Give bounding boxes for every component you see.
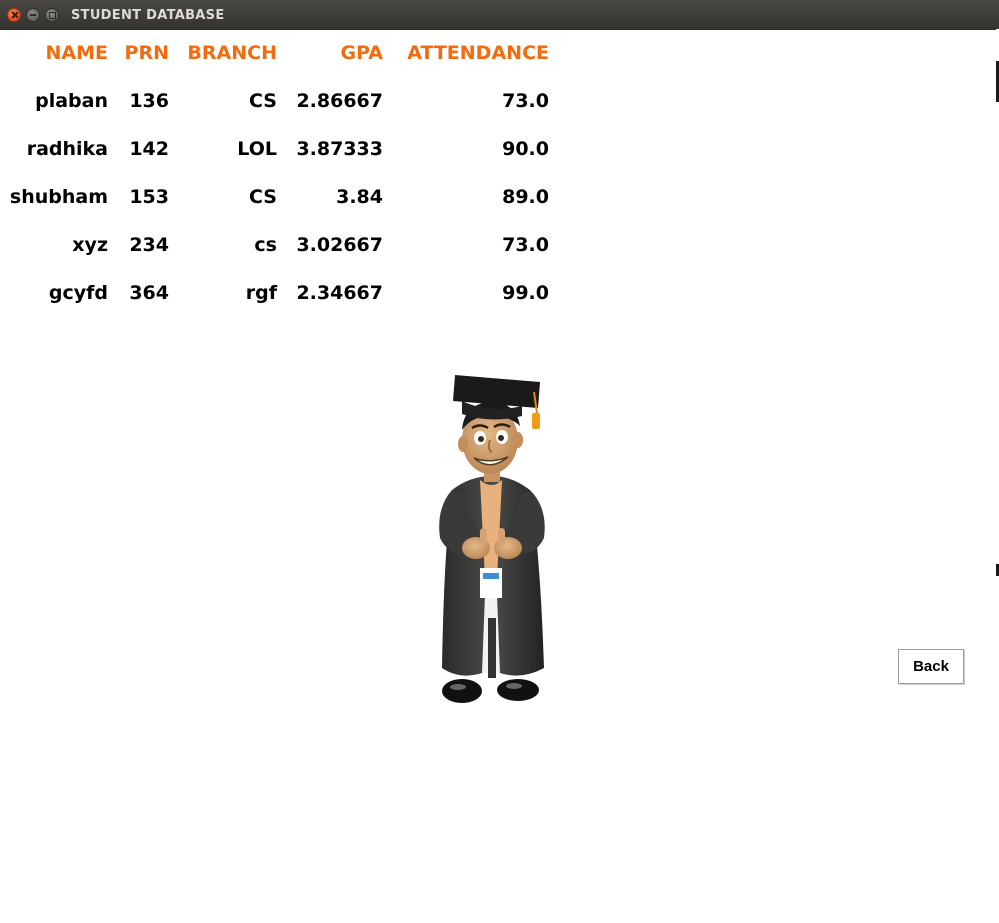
header-attendance: ATTENDANCE xyxy=(407,42,549,64)
cell-gpa: 3.02667 xyxy=(296,234,383,256)
graduate-student-icon xyxy=(439,375,545,703)
cell-attendance: 73.0 xyxy=(502,90,549,112)
header-branch: BRANCH xyxy=(187,42,277,64)
cell-gpa: 2.86667 xyxy=(296,90,383,112)
window-title: STUDENT DATABASE xyxy=(71,8,225,23)
cell-prn: 234 xyxy=(129,234,169,256)
cell-name: radhika xyxy=(26,138,108,160)
header-name: NAME xyxy=(45,42,109,64)
cell-name: shubham xyxy=(9,186,108,208)
cell-gpa: 3.84 xyxy=(336,186,383,208)
cell-prn: 153 xyxy=(129,186,169,208)
cell-branch: cs xyxy=(254,234,277,256)
header-gpa: GPA xyxy=(340,42,383,64)
cell-attendance: 90.0 xyxy=(502,138,549,160)
window-titlebar[interactable]: STUDENT DATABASE xyxy=(0,0,999,30)
minimize-window-icon[interactable] xyxy=(26,8,40,22)
cell-branch: rgf xyxy=(245,282,277,304)
header-prn: PRN xyxy=(124,42,169,64)
cell-gpa: 3.87333 xyxy=(296,138,383,160)
cell-prn: 142 xyxy=(129,138,169,160)
back-button[interactable]: Back xyxy=(898,649,964,684)
cell-name: gcyfd xyxy=(48,282,108,304)
cell-branch: CS xyxy=(249,186,277,208)
cell-attendance: 89.0 xyxy=(502,186,549,208)
cell-gpa: 2.34667 xyxy=(296,282,383,304)
maximize-window-icon[interactable] xyxy=(45,8,59,22)
cell-attendance: 99.0 xyxy=(502,282,549,304)
cell-name: xyz xyxy=(72,234,108,256)
cell-prn: 136 xyxy=(129,90,169,112)
cell-name: plaban xyxy=(35,90,108,112)
cell-prn: 364 xyxy=(129,282,169,304)
close-window-icon[interactable] xyxy=(7,8,21,22)
cell-attendance: 73.0 xyxy=(502,234,549,256)
cell-branch: CS xyxy=(249,90,277,112)
cell-branch: LOL xyxy=(237,138,277,160)
